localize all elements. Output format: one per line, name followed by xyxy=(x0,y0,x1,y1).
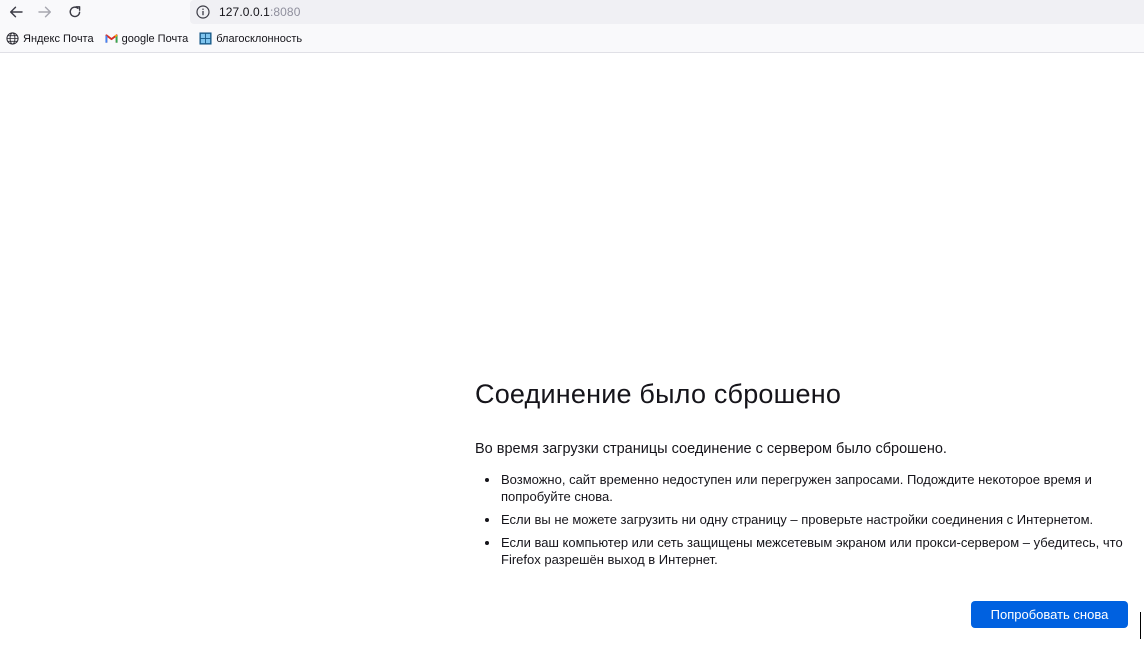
globe-icon xyxy=(6,32,19,45)
navigation-toolbar: 127.0.0.1:8080 xyxy=(0,0,1144,25)
arrow-right-icon xyxy=(38,6,51,18)
url-host: 127.0.0.1 xyxy=(219,5,270,19)
back-button[interactable] xyxy=(4,1,28,23)
bookmark-label: google Почта xyxy=(121,32,189,45)
info-icon[interactable] xyxy=(196,5,210,19)
forward-button[interactable] xyxy=(33,1,57,23)
list-item: Если вы не можете загрузить ни одну стра… xyxy=(500,511,1135,528)
bookmark-blagosklonnost[interactable]: благосклонность xyxy=(195,28,306,50)
error-title: Соединение было сброшено xyxy=(475,379,842,409)
arrow-left-icon xyxy=(10,6,23,18)
try-again-button[interactable]: Попробовать снова xyxy=(971,601,1128,628)
reload-icon xyxy=(69,6,81,18)
error-suggestions-list: Возможно, сайт временно недоступен или п… xyxy=(475,471,1135,568)
bookmark-yandex-mail[interactable]: Яндекс Почта xyxy=(2,28,98,50)
windows-tiles-icon xyxy=(199,32,212,45)
address-bar[interactable]: 127.0.0.1:8080 xyxy=(190,0,1144,24)
url-text[interactable]: 127.0.0.1:8080 xyxy=(219,5,300,19)
gmail-icon xyxy=(105,34,118,43)
list-item: Если ваш компьютер или сеть защищены меж… xyxy=(500,534,1135,568)
error-container: Соединение было сброшено Во время загруз… xyxy=(475,370,1135,574)
error-intro: Во время загрузки страницы соединение с … xyxy=(475,441,947,457)
reload-button[interactable] xyxy=(63,1,87,23)
bookmark-google-mail[interactable]: google Почта xyxy=(101,28,193,50)
bookmark-label: благосклонность xyxy=(216,32,303,45)
list-item: Возможно, сайт временно недоступен или п… xyxy=(500,471,1135,505)
bookmark-label: Яндекс Почта xyxy=(23,32,94,45)
bookmarks-bar: Яндекс Почта google Почта благосклонност… xyxy=(0,25,1144,53)
mouse-cursor xyxy=(1140,612,1141,639)
url-port: :8080 xyxy=(269,5,301,19)
